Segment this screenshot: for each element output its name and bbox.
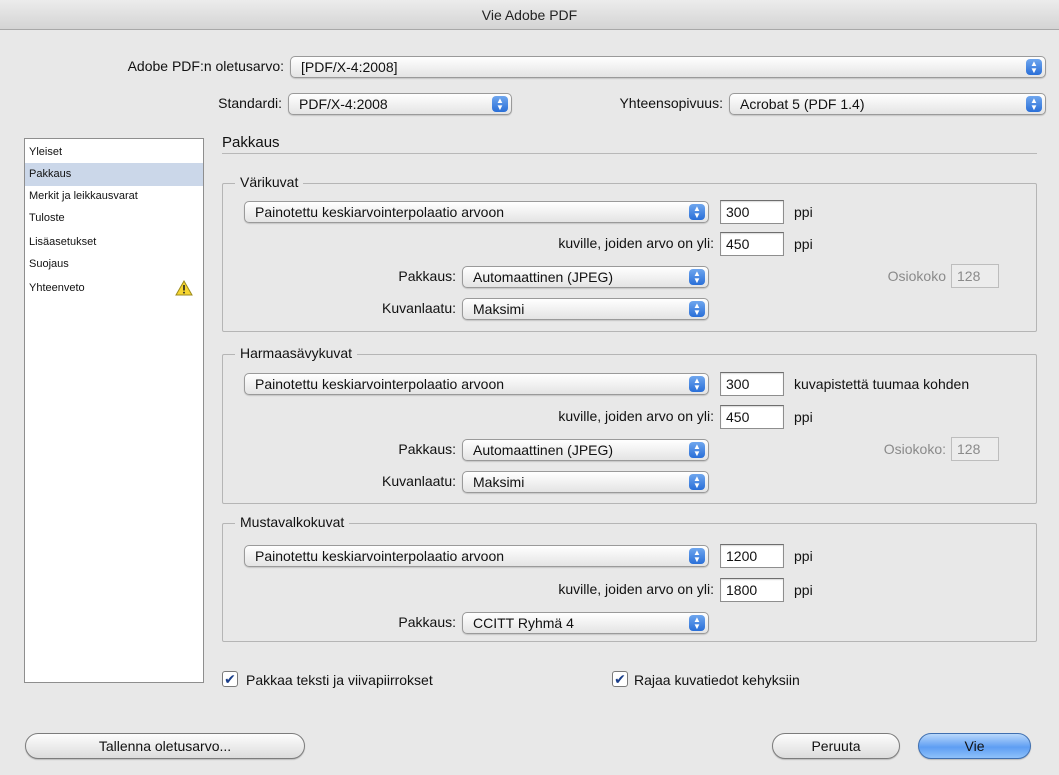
- gray-quality-value: Maksimi: [473, 474, 525, 490]
- sidebar-item-label: Pakkaus: [29, 168, 72, 180]
- save-preset-button[interactable]: Tallenna oletusarvo...: [25, 733, 305, 759]
- mono-above-field[interactable]: 1800: [720, 578, 784, 602]
- sidebar-item-label: Merkit ja leikkausvarat: [29, 190, 138, 202]
- gray-resolution-unit: kuvapistettä tuumaa kohden: [794, 376, 970, 392]
- preset-label: Adobe PDF:n oletusarvo:: [127, 58, 284, 74]
- color-tile-label: Osiokoko: [887, 268, 946, 284]
- color-quality-label: Kuvanlaatu:: [382, 300, 456, 316]
- checkmark-icon: ✔: [224, 671, 236, 687]
- mono-compression-label: Pakkaus:: [398, 614, 456, 630]
- mono-resolution-unit: ppi: [794, 548, 813, 564]
- sidebar-item-lisaasetukset[interactable]: Lisäasetukset: [25, 231, 203, 254]
- popup-arrows-icon: ▲ ▼: [689, 442, 705, 458]
- pane-title: Pakkaus: [222, 134, 280, 151]
- window-title-bar: Vie Adobe PDF: [0, 0, 1059, 30]
- pane-divider: [222, 153, 1037, 154]
- preset-popup[interactable]: [PDF/X-4:2008] ▲ ▼: [290, 56, 1046, 78]
- sidebar-item-label: Tuloste: [29, 212, 65, 224]
- gray-above-field[interactable]: 450: [720, 405, 784, 429]
- compat-value: Acrobat 5 (PDF 1.4): [740, 96, 865, 112]
- group-title: Värikuvat: [235, 174, 304, 190]
- color-resolution-field[interactable]: 300: [720, 200, 784, 224]
- color-compression-label: Pakkaus:: [398, 268, 456, 284]
- color-downsample-value: Painotettu keskiarvointerpolaatio arvoon: [255, 204, 505, 220]
- mono-compression-popup[interactable]: CCITT Ryhmä 4 ▲ ▼: [462, 612, 709, 634]
- standard-label: Standardi:: [218, 95, 282, 111]
- compress-text-checkbox[interactable]: ✔: [222, 671, 238, 687]
- sidebar-item-label: Yleiset: [29, 146, 63, 158]
- gray-above-unit: ppi: [794, 409, 813, 425]
- gray-downsample-popup[interactable]: Painotettu keskiarvointerpolaatio arvoon…: [244, 373, 709, 395]
- category-sidebar: Yleiset Pakkaus Merkit ja leikkausvarat …: [24, 138, 204, 683]
- mono-downsample-popup[interactable]: Painotettu keskiarvointerpolaatio arvoon…: [244, 545, 709, 567]
- mono-compression-value: CCITT Ryhmä 4: [473, 615, 574, 631]
- gray-quality-popup[interactable]: Maksimi ▲ ▼: [462, 471, 709, 493]
- standard-popup[interactable]: PDF/X-4:2008 ▲ ▼: [288, 93, 512, 115]
- gray-compression-value: Automaattinen (JPEG): [473, 442, 614, 458]
- popup-arrows-icon: ▲ ▼: [1026, 96, 1042, 112]
- sidebar-item-label: Suojaus: [29, 258, 69, 270]
- gray-downsample-value: Painotettu keskiarvointerpolaatio arvoon: [255, 376, 505, 392]
- gray-above-label: kuville, joiden arvo on yli:: [558, 408, 714, 424]
- popup-arrows-icon: ▲ ▼: [689, 548, 705, 564]
- color-above-field[interactable]: 450: [720, 232, 784, 256]
- popup-arrows-icon: ▲ ▼: [689, 615, 705, 631]
- mono-downsample-value: Painotettu keskiarvointerpolaatio arvoon: [255, 548, 505, 564]
- gray-resolution-field[interactable]: 300: [720, 372, 784, 396]
- cancel-button[interactable]: Peruuta: [772, 733, 900, 759]
- sidebar-item-suojaus[interactable]: Suojaus: [25, 253, 203, 276]
- group-title: Mustavalkokuvat: [235, 514, 350, 530]
- sidebar-item-yleiset[interactable]: Yleiset: [25, 141, 203, 164]
- gray-compression-popup[interactable]: Automaattinen (JPEG) ▲ ▼: [462, 439, 709, 461]
- group-title: Harmaasävykuvat: [235, 345, 358, 361]
- sidebar-item-pakkaus[interactable]: Pakkaus: [25, 163, 203, 186]
- sidebar-item-tuloste[interactable]: Tuloste: [25, 207, 203, 230]
- color-resolution-unit: ppi: [794, 204, 813, 220]
- mono-resolution-field[interactable]: 1200: [720, 544, 784, 568]
- mono-above-label: kuville, joiden arvo on yli:: [558, 581, 714, 597]
- popup-arrows-icon: ▲ ▼: [492, 96, 508, 112]
- color-compression-popup[interactable]: Automaattinen (JPEG) ▲ ▼: [462, 266, 709, 288]
- standard-value: PDF/X-4:2008: [299, 96, 388, 112]
- sidebar-item-label: Yhteenveto: [29, 282, 85, 294]
- crop-image-data-label: Rajaa kuvatiedot kehyksiin: [634, 672, 800, 688]
- mono-above-unit: ppi: [794, 582, 813, 598]
- export-button[interactable]: Vie: [918, 733, 1031, 759]
- color-above-unit: ppi: [794, 236, 813, 252]
- popup-arrows-icon: ▲ ▼: [689, 474, 705, 490]
- compat-label: Yhteensopivuus:: [619, 95, 723, 111]
- color-quality-value: Maksimi: [473, 301, 525, 317]
- popup-arrows-icon: ▲ ▼: [689, 269, 705, 285]
- compress-text-label: Pakkaa teksti ja viivapiirrokset: [246, 672, 433, 688]
- checkmark-icon: ✔: [614, 671, 626, 687]
- color-quality-popup[interactable]: Maksimi ▲ ▼: [462, 298, 709, 320]
- sidebar-item-merkit[interactable]: Merkit ja leikkausvarat: [25, 185, 203, 208]
- popup-arrows-icon: ▲ ▼: [689, 204, 705, 220]
- compat-popup[interactable]: Acrobat 5 (PDF 1.4) ▲ ▼: [729, 93, 1046, 115]
- crop-image-data-checkbox[interactable]: ✔: [612, 671, 628, 687]
- warning-triangle-icon: [175, 280, 193, 296]
- preset-value: [PDF/X-4:2008]: [301, 59, 398, 75]
- gray-tile-label: Osiokoko:: [883, 441, 946, 457]
- color-downsample-popup[interactable]: Painotettu keskiarvointerpolaatio arvoon…: [244, 201, 709, 223]
- sidebar-item-label: Lisäasetukset: [29, 236, 97, 248]
- color-compression-value: Automaattinen (JPEG): [473, 269, 614, 285]
- gray-quality-label: Kuvanlaatu:: [382, 473, 456, 489]
- sidebar-item-yhteenveto[interactable]: Yhteenveto: [25, 277, 203, 300]
- window-title: Vie Adobe PDF: [481, 7, 578, 23]
- color-tile-field: 128: [951, 264, 999, 288]
- gray-tile-field: 128: [951, 437, 999, 461]
- popup-arrows-icon: ▲ ▼: [689, 301, 705, 317]
- gray-compression-label: Pakkaus:: [398, 441, 456, 457]
- popup-arrows-icon: ▲ ▼: [689, 376, 705, 392]
- color-above-label: kuville, joiden arvo on yli:: [558, 235, 714, 251]
- popup-arrows-icon: ▲ ▼: [1026, 59, 1042, 75]
